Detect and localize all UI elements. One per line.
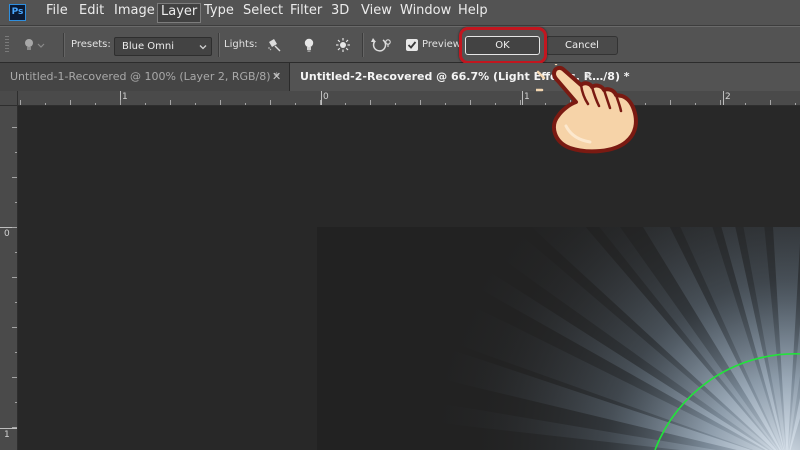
spot-light-icon[interactable]	[266, 37, 282, 53]
document-tab-bar: Untitled-1-Recovered @ 100% (Layer 2, RG…	[0, 63, 800, 91]
point-light-icon[interactable]	[301, 37, 317, 53]
cancel-button[interactable]: Cancel	[546, 36, 618, 55]
presets-select[interactable]: Blue Omni	[114, 37, 212, 56]
preview-checkbox[interactable]	[406, 39, 418, 51]
ruler-label: 0	[4, 229, 10, 239]
menu-file[interactable]: File	[46, 3, 68, 23]
infinite-light-icon[interactable]	[335, 37, 351, 53]
lights-label: Lights:	[224, 39, 258, 50]
light-effects-preview	[317, 227, 800, 450]
ok-button-highlight	[459, 27, 547, 64]
ruler-label: 1	[4, 430, 10, 440]
separator	[63, 33, 65, 57]
ruler-label: 2	[725, 92, 731, 102]
options-bar: Presets: Blue Omni Lights: Preview	[0, 26, 800, 63]
ruler-origin[interactable]	[0, 91, 18, 106]
tab-title: Untitled-1-Recovered @ 100% (Layer 2, RG…	[10, 70, 280, 83]
menu-edit[interactable]: Edit	[79, 3, 104, 23]
separator	[218, 33, 220, 57]
close-icon[interactable]: ✕	[272, 63, 281, 91]
horizontal-ruler[interactable]: 1 0 1 2	[18, 91, 800, 106]
ruler-label: 1	[122, 92, 128, 102]
tab-untitled-1[interactable]: Untitled-1-Recovered @ 100% (Layer 2, RG…	[0, 63, 290, 91]
reset-light-icon[interactable]	[371, 37, 393, 53]
menu-help[interactable]: Help	[458, 3, 488, 23]
menu-filter[interactable]: Filter	[290, 3, 322, 23]
vertical-ruler-ticks	[0, 127, 17, 429]
ruler-label: 0	[323, 92, 329, 102]
photoshop-window: Ps File Edit Image Layer Type Select Fil…	[0, 0, 800, 450]
horizontal-ruler-ticks	[20, 91, 796, 105]
menu-layer[interactable]: Layer	[157, 3, 202, 23]
options-bar-grip[interactable]	[5, 36, 9, 54]
menu-select[interactable]: Select	[243, 3, 283, 23]
menu-image[interactable]: Image	[114, 3, 155, 23]
menu-bar: Ps File Edit Image Layer Type Select Fil…	[0, 0, 800, 26]
menu-3d[interactable]: 3D	[331, 3, 349, 23]
chevron-down-icon	[198, 41, 208, 51]
pointing-hand-icon	[534, 62, 646, 156]
presets-label: Presets:	[71, 39, 111, 50]
separator	[362, 33, 364, 57]
pasteboard[interactable]	[18, 106, 800, 450]
preview-label: Preview	[422, 39, 461, 50]
light-bulb-icon[interactable]	[22, 36, 45, 52]
menu-view[interactable]: View	[361, 3, 392, 23]
ruler-label: 1	[524, 92, 530, 102]
document-canvas[interactable]	[317, 227, 800, 450]
presets-value: Blue Omni	[122, 41, 175, 52]
menu-type[interactable]: Type	[204, 3, 234, 23]
menu-window[interactable]: Window	[400, 3, 451, 23]
photoshop-logo-icon[interactable]: Ps	[9, 4, 26, 21]
vertical-ruler[interactable]: 0 1	[0, 106, 18, 450]
